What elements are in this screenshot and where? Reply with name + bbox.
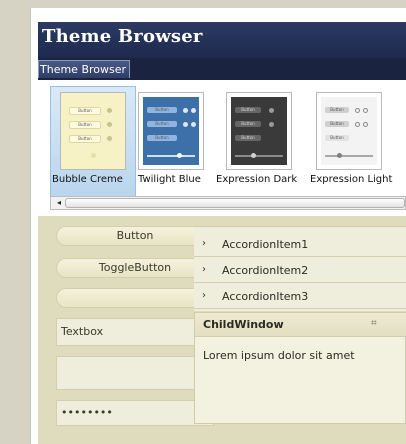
mini-slider-knob: [177, 153, 182, 158]
child-window-title: ChildWindow: [203, 318, 284, 331]
mini-slider-knob: [91, 153, 96, 158]
sample-textbox[interactable]: Textbox: [56, 318, 214, 346]
sample-combobox[interactable]: ▾: [56, 288, 214, 308]
accordion-item-label: AccordionItem2: [222, 264, 309, 277]
mini-button: Button: [69, 107, 101, 115]
mini-button: Button: [325, 107, 349, 113]
sample-accordion: › AccordionItem1 › AccordionItem2 › Acco…: [194, 226, 406, 311]
scrollbar-thumb[interactable]: [65, 198, 405, 208]
accordion-item[interactable]: › AccordionItem3: [194, 283, 406, 309]
chevron-right-icon: ›: [202, 290, 206, 301]
mini-radio: [191, 108, 196, 113]
accordion-item[interactable]: › AccordionItem2: [194, 257, 406, 283]
mini-radio: [269, 108, 274, 113]
mini-button: Button: [235, 135, 261, 141]
page-title: Theme Browser: [42, 26, 203, 47]
sample-toggle-button[interactable]: ToggleButton: [56, 258, 214, 278]
mini-slider: [147, 155, 195, 157]
tab-strip: Theme Browser: [38, 58, 406, 80]
mini-slider-knob: [337, 153, 342, 158]
child-window-body: Lorem ipsum dolor sit amet: [203, 349, 355, 362]
close-icon[interactable]: ⌗: [371, 318, 377, 329]
mini-radio: [183, 122, 188, 127]
mini-radio: [269, 122, 274, 127]
theme-thumb-bubble-creme[interactable]: Button Button Button: [60, 92, 126, 170]
mini-radio: [363, 108, 368, 113]
title-bar: Theme Browser: [38, 22, 406, 58]
chevron-right-icon: ›: [202, 238, 206, 249]
mini-button: Button: [69, 121, 101, 129]
mini-button: Button: [325, 121, 349, 127]
scroll-left-arrow-icon[interactable]: ◂: [53, 197, 65, 209]
mini-button: Button: [325, 135, 349, 141]
mini-button: Button: [235, 121, 261, 127]
mini-button: Button: [147, 121, 177, 127]
theme-thumb-expression-light[interactable]: Button Button Button: [316, 92, 382, 170]
horizontal-scrollbar[interactable]: ◂: [50, 196, 406, 210]
mini-button: Button: [69, 135, 101, 143]
mini-radio: [191, 122, 196, 127]
theme-thumb-expression-dark[interactable]: Button Button Button: [226, 92, 292, 170]
theme-thumb-twilight-blue[interactable]: Button Button Button: [138, 92, 204, 170]
mini-button: Button: [147, 135, 177, 141]
theme-label: Bubble Creme: [52, 174, 123, 185]
chevron-right-icon: ›: [202, 264, 206, 275]
mini-radio: [355, 108, 360, 113]
mini-radio: [183, 108, 188, 113]
child-window[interactable]: ChildWindow ⌗ Lorem ipsum dolor sit amet: [194, 312, 406, 424]
mini-radio: [355, 122, 360, 127]
mini-slider: [325, 155, 373, 157]
mini-slider: [235, 155, 283, 157]
theme-label: Expression Light: [310, 174, 393, 185]
sample-password-box[interactable]: ••••••••: [56, 400, 214, 426]
tab-theme-browser[interactable]: Theme Browser: [38, 60, 130, 78]
child-window-header[interactable]: ChildWindow ⌗: [195, 313, 406, 337]
sample-textarea[interactable]: [56, 356, 214, 390]
accordion-item-label: AccordionItem1: [222, 238, 309, 251]
accordion-item[interactable]: › AccordionItem1: [194, 231, 406, 257]
mini-button: Button: [147, 107, 177, 113]
mini-button: Button: [235, 107, 261, 113]
mini-radio: [107, 108, 112, 113]
mini-radio: [363, 122, 368, 127]
sample-button[interactable]: Button: [56, 226, 214, 246]
theme-label: Twilight Blue: [138, 174, 201, 185]
mini-radio: [107, 122, 112, 127]
mini-radio: [107, 136, 112, 141]
theme-label: Expression Dark: [216, 174, 298, 185]
mini-slider-knob: [251, 153, 256, 158]
accordion-item-label: AccordionItem3: [222, 290, 309, 303]
